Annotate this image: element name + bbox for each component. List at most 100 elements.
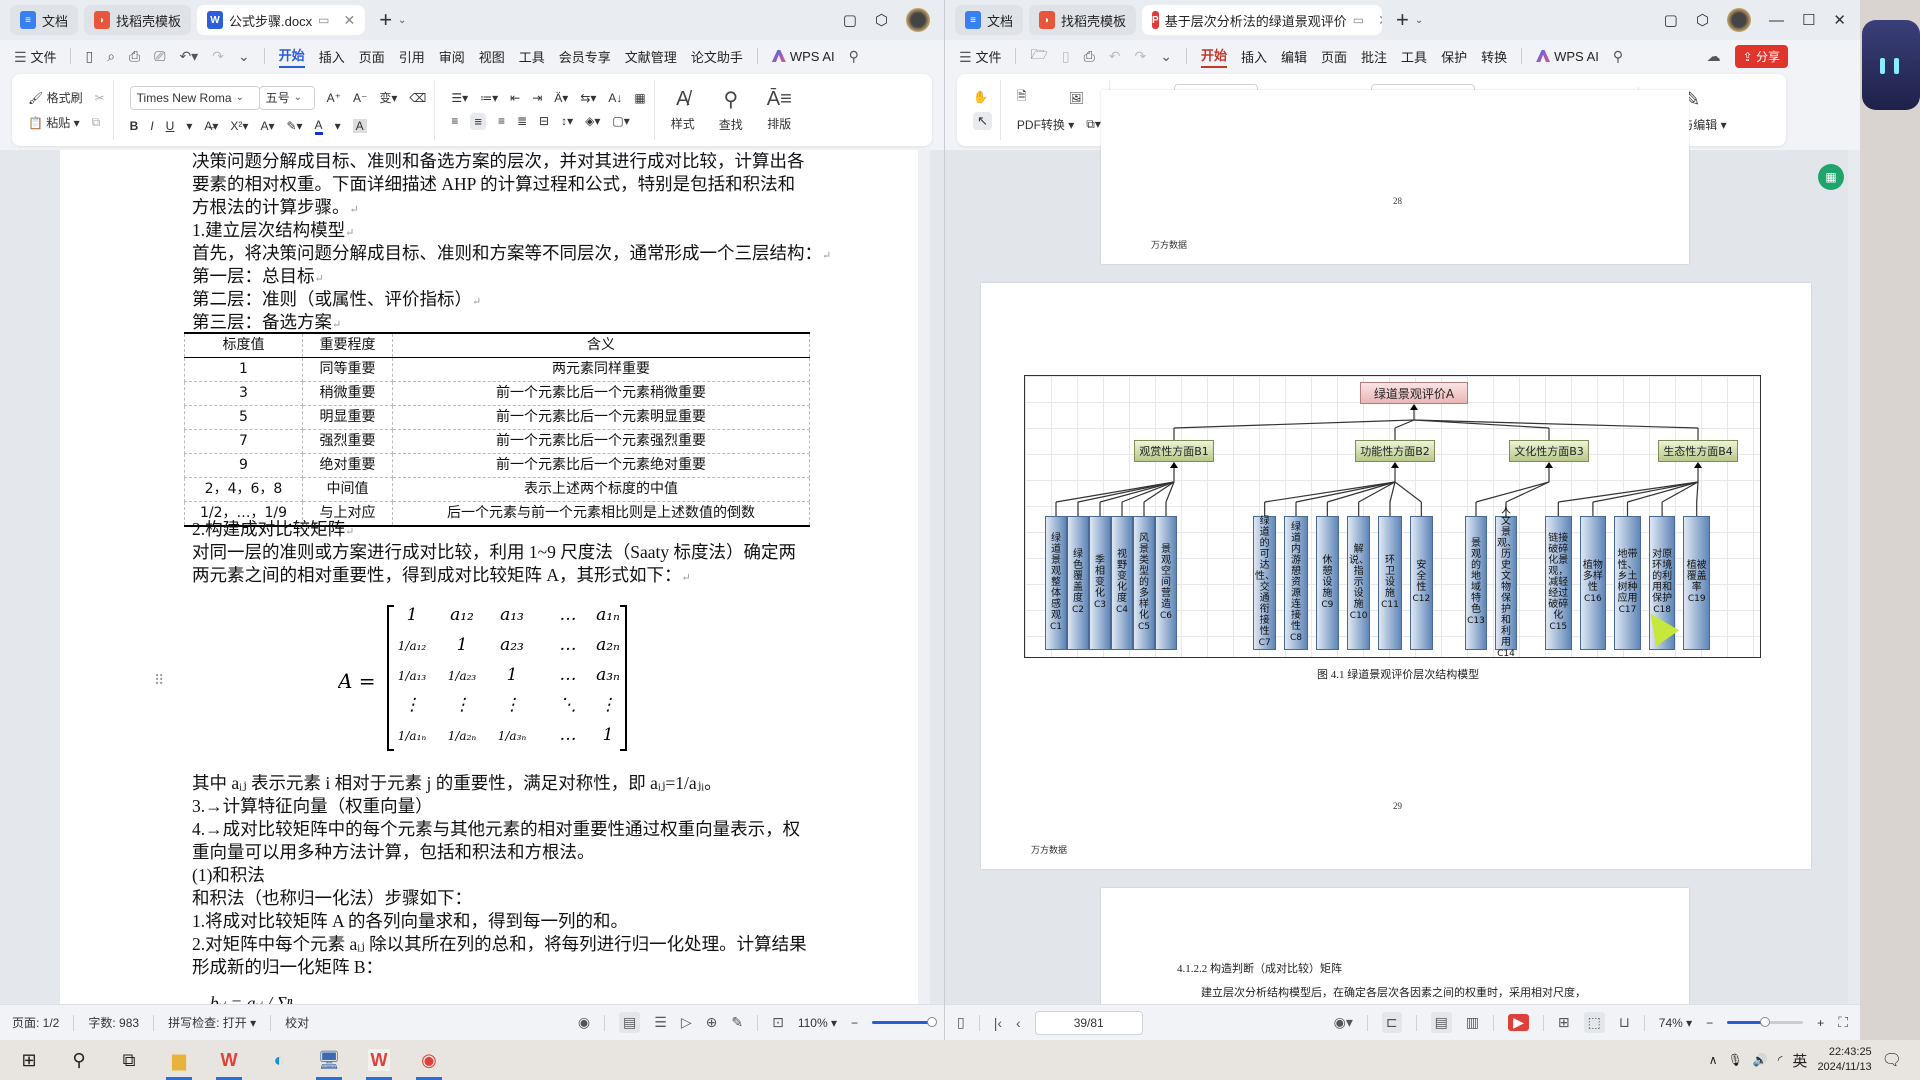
justify-icon[interactable]: ≣ [517, 114, 527, 128]
italic-icon[interactable]: I [150, 119, 153, 133]
phonetic-icon[interactable]: 变▾ [379, 89, 397, 106]
share-button[interactable]: ⇪ 分享 [1734, 44, 1788, 68]
continuous-view-icon[interactable]: ⊏ [1381, 1012, 1402, 1033]
find-button[interactable]: ⚲ 查找 [711, 87, 751, 133]
grow-font-icon[interactable]: A⁺ [327, 91, 341, 105]
eye-protect-icon[interactable]: ◉▾ [1334, 1014, 1353, 1031]
menu-home[interactable]: 开始 [1200, 45, 1227, 68]
fit-icon[interactable]: ⊡ [772, 1014, 784, 1031]
table-border-icon[interactable]: ▦ [634, 91, 645, 105]
microphone-icon[interactable]: 🎙 [1728, 1053, 1743, 1067]
search-icon[interactable]: ⚲ [849, 48, 859, 65]
more-icon[interactable]: ⌄ [238, 48, 250, 65]
cut-icon[interactable]: ✂ [95, 91, 105, 105]
double-page-icon[interactable]: ▥ [1466, 1014, 1479, 1031]
align-right-icon[interactable]: ≡ [498, 114, 505, 128]
font-color-icon[interactable]: A [314, 118, 323, 135]
tab-formula-doc[interactable]: W 公式步骤.docx ▭ ✕ [197, 5, 366, 35]
tab-docer[interactable]: ◗ 找稻壳模板 [1029, 5, 1137, 35]
chevron-down-icon[interactable]: ⌄ [1415, 15, 1423, 26]
shading-icon[interactable]: ◈▾ [585, 114, 600, 128]
menu-literature[interactable]: 文献管理 [625, 47, 677, 66]
wps-ai-button[interactable]: WPS AI [1536, 49, 1599, 64]
more-icon[interactable]: ⌄ [1160, 48, 1172, 65]
outline-view-icon[interactable]: ☰ [654, 1014, 667, 1031]
scale-table[interactable]: 标度值 重要程度 含义 1 同等重要 两元素同样重要 3 稍微重要 前一个元素比后一个元素… [184, 332, 810, 527]
char-shading-icon[interactable]: A [352, 119, 367, 133]
menu-home[interactable]: 开始 [278, 45, 305, 68]
close-tab-icon[interactable]: ✕ [1378, 12, 1382, 29]
zoom-out-button[interactable]: − [851, 1016, 858, 1030]
edge-icon[interactable]: ◐ [268, 1049, 290, 1071]
close-window-button[interactable]: ✕ [1833, 11, 1846, 29]
bold-icon[interactable]: B [130, 119, 139, 133]
avatar[interactable] [1726, 8, 1751, 32]
print-icon[interactable]: ⎙ [129, 48, 140, 65]
fit-width-icon[interactable]: ⊔ [1619, 1014, 1630, 1031]
layout-button[interactable]: Ā≡ 排版 [759, 88, 800, 132]
print-icon[interactable]: ⎙ [1084, 48, 1095, 65]
task-view-icon[interactable]: ⧉ [118, 1049, 140, 1071]
floating-assistant-widget[interactable] [1862, 20, 1920, 110]
text-direction-icon[interactable]: ⇆▾ [580, 91, 596, 105]
wps-ai-button[interactable]: WPS AI [771, 49, 835, 64]
drag-handle-icon[interactable]: ⠿ [154, 670, 164, 693]
open-folder-icon[interactable]: 🗁 [1030, 44, 1047, 68]
menu-tools[interactable]: 工具 [1401, 47, 1427, 66]
superscript-icon[interactable]: X²▾ [230, 119, 248, 133]
cube-icon[interactable]: ⬡ [1696, 11, 1709, 29]
menu-references[interactable]: 引用 [399, 47, 425, 66]
menu-insert[interactable]: 插入 [319, 47, 345, 66]
new-tab-button[interactable]: + [1396, 7, 1409, 33]
close-tab-icon[interactable]: ✕ [343, 12, 355, 29]
strikethrough-icon[interactable]: A̶▾ [204, 119, 218, 133]
indent-icon[interactable]: ⇥ [532, 91, 542, 105]
bullets-icon[interactable]: ☰▾ [451, 91, 468, 105]
monitor-icon[interactable]: ▭ [318, 13, 329, 27]
copy-icon[interactable]: ⧉ [92, 115, 101, 130]
outdent-icon[interactable]: ⇤ [510, 91, 520, 105]
page-input[interactable]: 39/81 [1034, 1010, 1143, 1035]
distributed-icon[interactable]: ⊟ [539, 114, 549, 128]
new-icon[interactable]: ▯ [85, 48, 93, 65]
matrix-formula[interactable]: A = 1 a₁₂ a₁₃ … a₁ₙ 1/a₁₂ 1 a₂₃ … a₂ₙ 1/a₁₃ 1/a₂₃ 1 … a… [336, 600, 698, 767]
vertical-scrollbar[interactable] [918, 150, 930, 1004]
first-page-button[interactable]: |‹ [994, 1015, 1002, 1031]
wps-office-icon[interactable]: W [216, 1049, 242, 1080]
zoom-level[interactable]: 74% ▾ [1659, 1016, 1692, 1030]
hand-tool-icon[interactable]: ✋ [973, 90, 988, 104]
wps-office-icon-2[interactable]: W [366, 1049, 392, 1080]
text-effect-icon[interactable]: A▾ [260, 119, 274, 133]
menu-page[interactable]: 页面 [1321, 47, 1347, 66]
paste-button[interactable]: 📋 粘贴 ▾ [28, 114, 80, 131]
menu-annotate[interactable]: 批注 [1361, 47, 1387, 66]
redo-icon[interactable]: ↷ [1135, 48, 1147, 65]
monitor-icon[interactable]: ▭ [1353, 13, 1364, 27]
clock[interactable]: 22:43:25 2024/11/13 [1817, 1045, 1871, 1075]
extract-pages-icon[interactable]: ⧉▾ [1086, 117, 1101, 132]
minimize-button[interactable]: — [1769, 12, 1784, 29]
menu-tools[interactable]: 工具 [519, 47, 545, 66]
underline-icon[interactable]: U [166, 119, 175, 133]
save-icon[interactable]: ▯ [1062, 48, 1070, 65]
word-count[interactable]: 字数: 983 [88, 1014, 139, 1031]
format-painter-button[interactable]: 🖌 格式刷 [28, 89, 83, 106]
window-tile-icon[interactable]: ▢ [843, 11, 857, 29]
clear-format-icon[interactable]: ⌫ [409, 91, 426, 105]
highlight-icon[interactable]: ✎▾ [286, 119, 302, 133]
windows-start-icon[interactable]: ⊞ [18, 1049, 40, 1071]
undo-icon[interactable]: ↶ [1109, 48, 1121, 65]
page-indicator[interactable]: 页面: 1/2 [12, 1014, 59, 1031]
screen-recorder-icon[interactable]: ◉ [416, 1049, 442, 1080]
zoom-slider[interactable] [872, 1017, 937, 1027]
notification-icon[interactable]: 🗨 [1882, 1050, 1902, 1070]
menu-member[interactable]: 会员专享 [559, 47, 611, 66]
document-page[interactable]: 决策问题分解成目标、准则和备选方案的层次，并对其进行成对比较，计算出各 要素的相… [60, 150, 930, 1013]
search-icon[interactable]: ⚲ [1613, 48, 1623, 65]
font-size-select[interactable]: 五号 ⌄ [258, 85, 315, 110]
eye-icon[interactable]: ◉ [578, 1014, 590, 1031]
pdf-to-image-icon[interactable]: 🖼 [1069, 91, 1084, 105]
pdf-to-word-icon[interactable]: 🗎 [1017, 87, 1027, 108]
remote-desktop-icon[interactable]: 🖥 [316, 1049, 342, 1080]
line-spacing-icon[interactable]: ↕▾ [561, 114, 573, 128]
